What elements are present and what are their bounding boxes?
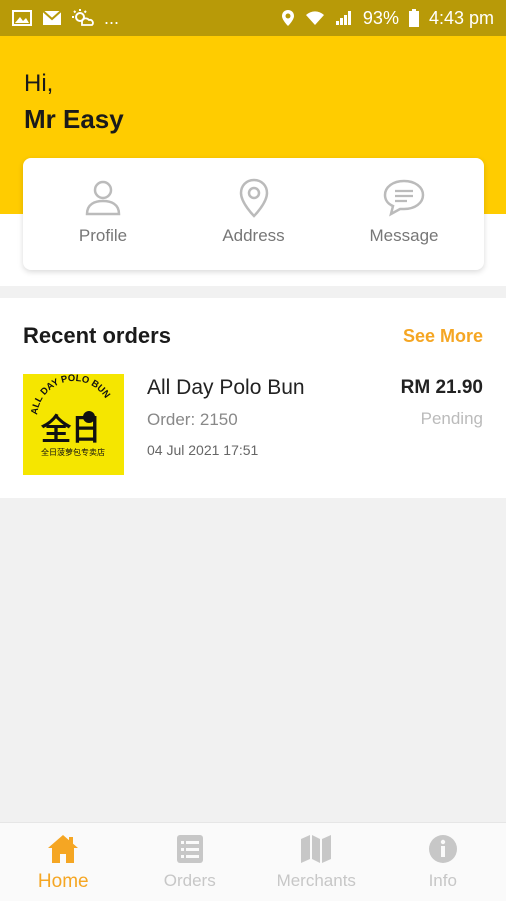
nav-orders[interactable]: Orders: [127, 823, 254, 901]
svg-text:全日菠萝包专卖店: 全日菠萝包专卖店: [41, 447, 105, 457]
order-status: Pending: [421, 409, 483, 429]
map-icon: [299, 833, 333, 865]
clock: 4:43 pm: [429, 8, 494, 29]
mail-icon: [42, 10, 62, 26]
quick-actions-card: Profile Address Message: [23, 158, 484, 270]
nav-merchants[interactable]: Merchants: [253, 823, 380, 901]
gallery-icon: [12, 10, 32, 26]
signal-icon: [335, 10, 353, 26]
weather-icon: [72, 9, 94, 27]
nav-home-label: Home: [38, 871, 89, 893]
home-icon: [46, 833, 80, 865]
address-button[interactable]: Address: [194, 158, 314, 270]
order-date: 04 Jul 2021 17:51: [147, 442, 258, 458]
nav-merchants-label: Merchants: [277, 871, 356, 891]
nav-orders-label: Orders: [164, 871, 216, 891]
recent-orders-title: Recent orders: [23, 323, 171, 349]
svg-text:ALL DAY POLO BUN: ALL DAY POLO BUN: [29, 374, 112, 416]
info-icon: [427, 833, 459, 865]
message-button[interactable]: Message: [344, 158, 464, 270]
user-name: Mr Easy: [24, 104, 124, 135]
nav-home[interactable]: Home: [0, 823, 127, 901]
merchant-name: All Day Polo Bun: [147, 376, 305, 400]
person-icon: [83, 178, 123, 218]
location-icon: [281, 9, 295, 27]
battery-icon: [409, 9, 419, 27]
wifi-icon: [305, 10, 325, 26]
profile-button[interactable]: Profile: [43, 158, 163, 270]
status-bar-left: ...: [12, 8, 119, 29]
nav-info-label: Info: [429, 871, 457, 891]
order-amount: RM 21.90: [401, 377, 483, 399]
list-icon: [175, 833, 205, 865]
greeting: Hi,: [24, 70, 53, 98]
nav-info[interactable]: Info: [380, 823, 506, 901]
more-notifications: ...: [104, 8, 119, 29]
merchant-logo: ALL DAY POLO BUN 全日 全日菠萝包专卖店: [23, 374, 124, 475]
profile-label: Profile: [79, 226, 127, 246]
location-pin-icon: [234, 178, 274, 218]
chat-bubble-icon: [382, 178, 426, 218]
bottom-nav: Home Orders Merchants Info: [0, 822, 506, 901]
status-bar-right: 93% 4:43 pm: [281, 8, 494, 29]
recent-orders-section: Recent orders See More ALL DAY POLO BUN …: [0, 298, 506, 498]
battery-percent: 93%: [363, 8, 399, 29]
order-number: Order: 2150: [147, 410, 238, 430]
message-label: Message: [370, 226, 439, 246]
address-label: Address: [222, 226, 284, 246]
order-list-item[interactable]: ALL DAY POLO BUN 全日 全日菠萝包专卖店 All Day Pol…: [0, 372, 506, 476]
status-bar: ... 93% 4:43 pm: [0, 0, 506, 36]
see-more-link[interactable]: See More: [403, 326, 483, 347]
